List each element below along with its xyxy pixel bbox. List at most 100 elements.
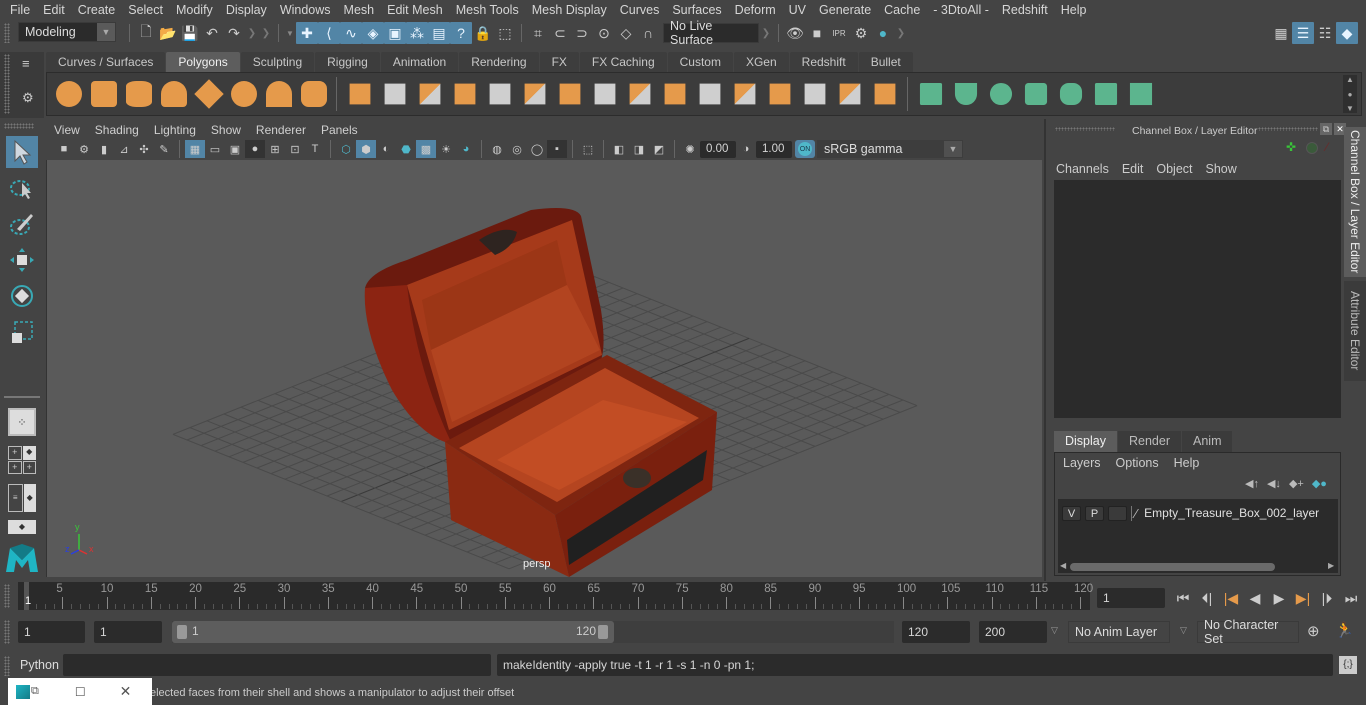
drag-handle[interactable] [1055, 127, 1115, 131]
lock-icon[interactable]: 🔒 [472, 22, 494, 44]
status-circle-icon[interactable] [1306, 142, 1318, 154]
menu-modify[interactable]: Modify [170, 3, 220, 17]
save-scene-icon[interactable]: 💾 [179, 22, 201, 44]
layer-menu-layers[interactable]: Layers [1063, 456, 1101, 470]
safe-title-icon[interactable]: T [305, 140, 325, 158]
field-chart-icon[interactable]: ⊞ [265, 140, 285, 158]
grid-toggle-icon[interactable]: ▦ [185, 140, 205, 158]
current-frame-field[interactable]: 1 [1097, 588, 1165, 608]
use-all-lights-icon[interactable]: ☀ [436, 140, 456, 158]
close-window-icon[interactable]: ✕ [120, 683, 132, 700]
scroll-dot-icon[interactable]: ● [1348, 90, 1353, 99]
planar-map-icon[interactable] [913, 76, 948, 112]
modeling-toolkit-icon[interactable]: ▦ [1270, 22, 1292, 44]
shelf-scroll[interactable]: ▲ ● ▼ [1343, 75, 1357, 113]
bevel-icon[interactable] [552, 76, 587, 112]
snap-grid-icon[interactable]: ⌗ [527, 22, 549, 44]
shelf-tab-animation[interactable]: Animation [380, 52, 459, 72]
panel-menu-shading[interactable]: Shading [95, 123, 139, 137]
menu-redshift[interactable]: Redshift [996, 3, 1055, 17]
connect-icon[interactable] [692, 76, 727, 112]
move-layer-down-icon[interactable]: ◀↓ [1267, 477, 1281, 490]
smooth-icon[interactable] [447, 76, 482, 112]
drag-handle[interactable] [4, 584, 10, 608]
poly-pyramid-icon[interactable] [261, 76, 296, 112]
step-forward-frame-icon[interactable]: |⏵ [1316, 587, 1338, 609]
bridge-icon[interactable] [587, 76, 622, 112]
target-weld-icon[interactable] [797, 76, 832, 112]
automatic-map-icon[interactable] [1018, 76, 1053, 112]
menu-generate[interactable]: Generate [813, 3, 878, 17]
outliner-persp-layout-icon[interactable]: ≡ ◆ [8, 484, 36, 512]
channel-box-menu-object[interactable]: Object [1156, 162, 1192, 176]
layer-tab-anim[interactable]: Anim [1182, 431, 1233, 452]
select-uv-icon[interactable]: ⁂ [406, 22, 428, 44]
collapse-icon[interactable]: ❯ [894, 22, 908, 44]
layer-playback-toggle[interactable]: P [1085, 505, 1104, 521]
menu-edit[interactable]: Edit [37, 3, 72, 17]
select-face-icon[interactable]: ▣ [384, 22, 406, 44]
snap-live-icon[interactable]: ∩ [637, 22, 659, 44]
menu-deform[interactable]: Deform [729, 3, 783, 17]
gate-mask-icon[interactable]: ● [245, 140, 265, 158]
render-settings-icon[interactable]: ⚙ [850, 22, 872, 44]
new-layer-selected-icon[interactable]: ◆● [1312, 477, 1327, 490]
select-vertex-icon[interactable]: ◈ [362, 22, 384, 44]
default-material-icon[interactable]: ◐ [376, 140, 396, 158]
scroll-up-icon[interactable]: ▲ [1346, 75, 1354, 84]
shelf-tab-redshift[interactable]: Redshift [789, 52, 858, 72]
gamma-icon[interactable]: ◑ [736, 140, 756, 158]
boolean-icon[interactable] [517, 76, 552, 112]
resolution-gate-icon[interactable]: ▣ [225, 140, 245, 158]
menu-windows[interactable]: Windows [274, 3, 338, 17]
isolate-select-icon[interactable]: ⬚ [578, 140, 598, 158]
menu-mesh-display[interactable]: Mesh Display [526, 3, 614, 17]
separate-icon[interactable] [377, 76, 412, 112]
scrollbar-thumb[interactable] [1070, 563, 1275, 571]
layer-name[interactable]: Empty_Treasure_Box_002_layer [1144, 506, 1319, 520]
collapse-icon[interactable]: ❯ [759, 22, 773, 44]
shadows-icon[interactable]: ◕ [456, 140, 476, 158]
restore-icon[interactable]: ⧉ [31, 685, 39, 698]
playback-start-field[interactable]: 1 [94, 621, 162, 643]
auto-key-icon[interactable]: ⊕ [1307, 622, 1320, 640]
spherical-map-icon[interactable] [983, 76, 1018, 112]
shelf-tab-curves-surfaces[interactable]: Curves / Surfaces [46, 52, 166, 72]
shelf-tab-fx-caching[interactable]: FX Caching [579, 52, 667, 72]
select-misc-icon[interactable]: ? [450, 22, 472, 44]
camera-attributes-icon[interactable]: ⚙ [74, 140, 94, 158]
panel-menu-view[interactable]: View [54, 123, 80, 137]
chevron-down-icon[interactable]: ▽ [1051, 625, 1058, 636]
merge-icon[interactable] [762, 76, 797, 112]
color-management-toggle[interactable]: ON [795, 140, 815, 158]
poly-torus-icon[interactable] [226, 76, 261, 112]
uv-editor-icon[interactable] [1088, 76, 1123, 112]
channel-box-menu-edit[interactable]: Edit [1122, 162, 1144, 176]
depth-of-field-icon[interactable]: ▪ [547, 140, 567, 158]
channel-box-menu-show[interactable]: Show [1206, 162, 1237, 176]
paint-select-tool[interactable] [6, 208, 38, 240]
menu-mesh[interactable]: Mesh [338, 3, 382, 17]
unfold-icon[interactable] [1053, 76, 1088, 112]
multi-cut-icon[interactable] [657, 76, 692, 112]
character-set-dropdown[interactable]: No Character Set [1197, 618, 1299, 646]
select-highlight-icon[interactable]: ⬚ [494, 22, 516, 44]
drag-handle[interactable] [4, 620, 10, 644]
layer-color-icon[interactable]: ⁄ [1131, 505, 1140, 521]
range-end-handle[interactable] [598, 625, 608, 639]
textured-icon[interactable]: ▩ [416, 140, 436, 158]
grease-pencil-icon[interactable]: ✎ [154, 140, 174, 158]
go-to-start-icon[interactable]: ⏮ [1172, 587, 1194, 609]
layer-tab-display[interactable]: Display [1054, 431, 1117, 452]
open-scene-icon[interactable]: 📂 [157, 22, 179, 44]
shelf-tab-polygons[interactable]: Polygons [166, 52, 240, 72]
menu-file[interactable]: File [4, 3, 37, 17]
poly-cylinder-icon[interactable] [121, 76, 156, 112]
panel-splitter[interactable] [1044, 119, 1046, 581]
play-backwards-icon[interactable]: ◀ [1244, 587, 1266, 609]
poly-cube-icon[interactable] [86, 76, 121, 112]
exposure-icon[interactable]: ✺ [680, 140, 700, 158]
shelf-tab-fx[interactable]: FX [539, 52, 579, 72]
combine-icon[interactable] [342, 76, 377, 112]
layer-tab-render[interactable]: Render [1118, 431, 1181, 452]
